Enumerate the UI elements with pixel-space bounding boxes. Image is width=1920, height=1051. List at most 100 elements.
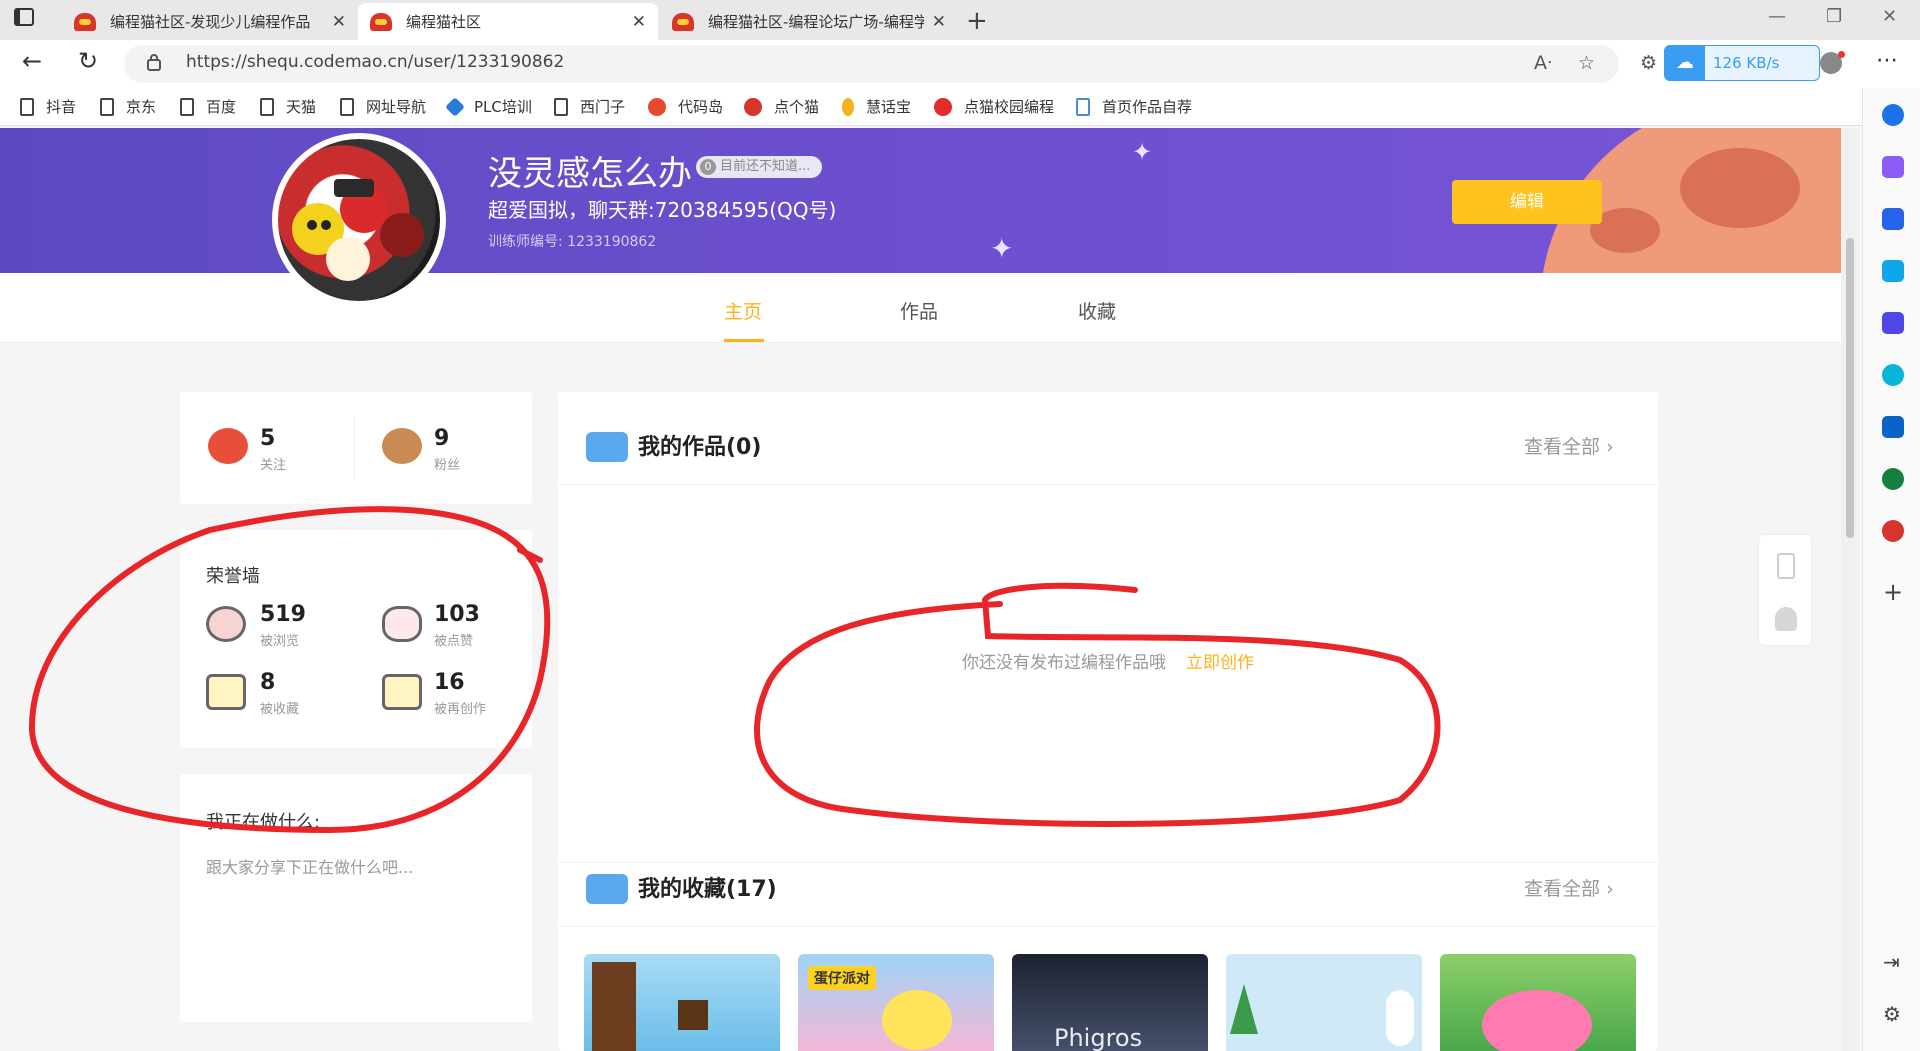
bookmark-item[interactable]: 天猫: [260, 96, 316, 117]
favorite-title: Phigros: [1054, 1024, 1143, 1051]
settings-gear-icon[interactable]: ⚙: [1883, 1002, 1901, 1026]
url-text[interactable]: https://shequ.codemao.cn/user/1233190862: [186, 52, 564, 72]
close-tab-icon[interactable]: ✕: [332, 12, 346, 32]
fans-count[interactable]: 9: [434, 426, 449, 451]
bookmark-item[interactable]: 慧话宝: [842, 96, 911, 117]
favorites-star-icon[interactable]: ☆: [1578, 52, 1595, 74]
add-sidebar-app-icon[interactable]: +: [1883, 578, 1903, 606]
daimadao-icon: [648, 97, 666, 116]
bookmark-item[interactable]: 网址导航: [340, 96, 426, 117]
page-icon: [554, 97, 568, 116]
doing-title: 我正在做什么:: [206, 812, 321, 833]
office-icon[interactable]: [1882, 364, 1904, 386]
chevron-right-icon: ›: [1606, 878, 1614, 900]
browser-tab-1[interactable]: 编程猫社区-发现少儿编程作品 ✕: [62, 3, 358, 40]
codemao-icon[interactable]: [1882, 520, 1904, 542]
works-see-all-link[interactable]: 查看全部 ›: [1524, 432, 1614, 459]
favorites-see-all-link[interactable]: 查看全部 ›: [1524, 874, 1614, 901]
minimize-button[interactable]: —: [1768, 6, 1786, 27]
bookmark-item[interactable]: 点个猫: [744, 96, 819, 117]
sidebar-collapse-icon[interactable]: ⇥: [1883, 950, 1900, 974]
search-icon[interactable]: [1882, 104, 1904, 126]
mobile-icon[interactable]: [1777, 553, 1795, 579]
new-tab-button[interactable]: +: [966, 6, 988, 36]
eye-icon: [206, 606, 246, 642]
bookmark-item[interactable]: 点猫校园编程: [934, 96, 1054, 117]
star-decoration: ✦: [1132, 138, 1153, 166]
edge-sidebar: + ⇥ ⚙: [1862, 88, 1920, 1051]
address-toolbar: ← ↻ https://shequ.codemao.cn/user/123319…: [0, 40, 1920, 88]
favorite-item[interactable]: 蛋仔派对: [798, 954, 994, 1051]
favorite-item[interactable]: [584, 954, 780, 1051]
follow-stats-card: 5 关注 9 粉丝: [180, 392, 532, 504]
extensions-icon[interactable]: ⚙: [1640, 52, 1657, 74]
shopping-tag-icon[interactable]: [1882, 208, 1904, 230]
create-now-link[interactable]: 立即创作: [1186, 648, 1254, 673]
remix-count: 16: [434, 670, 465, 695]
tab-title: 编程猫社区: [406, 13, 482, 31]
tab-actions-icon[interactable]: [14, 8, 38, 30]
collect-icon: [206, 674, 246, 710]
doing-input[interactable]: 跟大家分享下正在做什么吧...: [206, 854, 413, 878]
likes-label: 被点赞: [434, 634, 474, 649]
tree-icon[interactable]: [1882, 468, 1904, 490]
back-button[interactable]: ←: [22, 47, 42, 75]
favorite-badge: 蛋仔派对: [808, 966, 876, 990]
profile-tabs: 主页 作品 收藏: [0, 273, 1841, 343]
bookmark-item[interactable]: 首页作品自荐: [1076, 96, 1192, 117]
codemao-favicon-icon: [370, 12, 392, 31]
tab-home[interactable]: 主页: [724, 297, 762, 324]
browser-tab-2[interactable]: 编程猫社区 ✕: [358, 3, 658, 40]
favorite-item[interactable]: Phigros: [1012, 954, 1208, 1051]
bookmark-item[interactable]: 百度: [180, 96, 236, 117]
maximize-button[interactable]: ❐: [1826, 6, 1842, 27]
profile-name: 没灵感怎么办: [488, 154, 692, 194]
tab-title: 编程猫社区-编程论坛广场-编程学: [708, 13, 924, 31]
read-aloud-icon[interactable]: Aᐧ: [1534, 52, 1552, 74]
bookmark-label: 点猫校园编程: [964, 98, 1055, 116]
tab-works[interactable]: 作品: [900, 297, 938, 324]
status-badge-count: 0: [700, 159, 716, 175]
close-window-button[interactable]: ✕: [1882, 6, 1897, 27]
page-icon: [20, 97, 34, 116]
favorite-item[interactable]: [1226, 954, 1422, 1051]
see-all-text: 查看全部: [1524, 436, 1601, 458]
codemao-favicon-icon: [74, 12, 96, 31]
following-count[interactable]: 5: [260, 426, 275, 451]
chevron-right-icon: ›: [1606, 436, 1614, 458]
tab-strip: 编程猫社区-发现少儿编程作品 ✕ 编程猫社区 ✕ 编程猫社区-编程论坛广场-编程…: [0, 0, 1920, 40]
bookmark-item[interactable]: 西门子: [554, 96, 625, 117]
download-speed-widget[interactable]: ☁ 126 KB/s: [1664, 45, 1820, 81]
trainer-id: 训练师编号: 1233190862: [488, 234, 657, 250]
qq-icon[interactable]: [1775, 607, 1797, 631]
tab-favorites[interactable]: 收藏: [1078, 297, 1116, 324]
tools-icon[interactable]: [1882, 260, 1904, 282]
bookmark-item[interactable]: 抖音: [20, 96, 76, 117]
bookmark-label: 抖音: [46, 98, 77, 116]
page-scrollbar[interactable]: [1841, 128, 1859, 1051]
works-empty-text: 你还没有发布过编程作品哦: [962, 653, 1166, 673]
bookmark-item[interactable]: PLC培训: [445, 96, 532, 117]
browser-tab-3[interactable]: 编程猫社区-编程论坛广场-编程学 ✕: [660, 3, 958, 40]
copilot-icon[interactable]: [1882, 156, 1904, 178]
close-tab-icon[interactable]: ✕: [932, 12, 946, 32]
honor-wall-card: 荣誉墙 519 被浏览 103 被点赞 8 被收藏 16 被再创作: [180, 530, 532, 748]
see-all-text: 查看全部: [1524, 878, 1601, 900]
close-tab-icon[interactable]: ✕: [632, 12, 646, 32]
games-icon[interactable]: [1882, 312, 1904, 334]
lock-icon[interactable]: [147, 53, 161, 71]
more-menu-icon[interactable]: ⋯: [1876, 48, 1898, 73]
bookmark-item[interactable]: 京东: [100, 96, 156, 117]
diamond-icon: [445, 96, 465, 117]
bookmark-item[interactable]: 代码岛: [648, 96, 723, 117]
following-label[interactable]: 关注: [260, 454, 286, 473]
bookmark-label: PLC培训: [474, 98, 532, 116]
favorite-item[interactable]: [1440, 954, 1636, 1051]
refresh-button[interactable]: ↻: [78, 47, 98, 75]
profile-avatar[interactable]: [272, 133, 446, 307]
honor-wall-title: 荣誉墙: [206, 566, 260, 587]
fans-label[interactable]: 粉丝: [434, 454, 460, 473]
edit-profile-button[interactable]: 编辑: [1452, 180, 1602, 224]
scrollbar-thumb[interactable]: [1846, 238, 1854, 538]
outlook-icon[interactable]: [1882, 416, 1904, 438]
